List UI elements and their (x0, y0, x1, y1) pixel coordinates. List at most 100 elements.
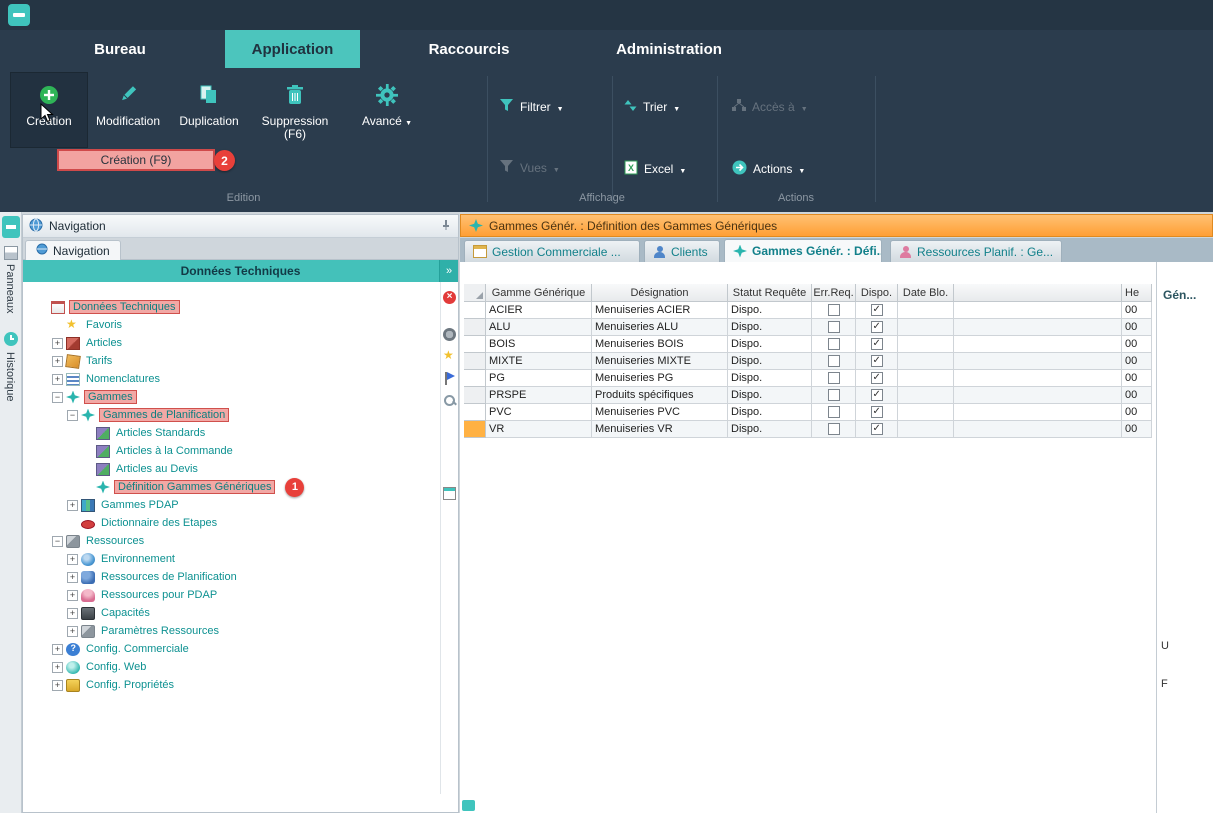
acces-a-button[interactable]: Accès à (732, 99, 808, 115)
tree-item-ressources-planification[interactable]: Ressources de Planification (23, 568, 440, 586)
tree-item-config-web[interactable]: Config. Web (23, 658, 440, 676)
vues-button[interactable]: Vues (500, 160, 560, 176)
tree-item-parametres-ressources[interactable]: Paramètres Ressources (23, 622, 440, 640)
tree-item-ressources-pdap[interactable]: Ressources pour PDAP (23, 586, 440, 604)
duplication-button[interactable]: Duplication (170, 74, 248, 128)
tree-item-favoris[interactable]: Favoris (23, 316, 440, 334)
expand-plus-icon[interactable] (52, 338, 63, 349)
err-req-checkbox[interactable] (828, 389, 840, 401)
expand-plus-icon[interactable] (52, 374, 63, 385)
settings-icon[interactable] (443, 328, 456, 341)
calendar-icon[interactable] (443, 487, 456, 500)
collapse-minus-icon[interactable] (67, 410, 78, 421)
table-row[interactable]: MIXTE Menuiseries MIXTE Dispo. 00 (464, 353, 1152, 370)
column-header-statut[interactable]: Statut Requête (728, 284, 812, 302)
column-header-dateblo[interactable]: Date Blo. (898, 284, 954, 302)
current-row-selector[interactable] (464, 421, 486, 438)
tree-item-environnement[interactable]: Environnement (23, 550, 440, 568)
column-header-designation[interactable]: Désignation (592, 284, 728, 302)
horizontal-scrollbar-thumb[interactable] (462, 800, 475, 811)
row-selector[interactable] (464, 387, 486, 404)
dispo-checkbox[interactable] (871, 321, 883, 333)
err-req-checkbox[interactable] (828, 406, 840, 418)
expand-plus-icon[interactable] (67, 572, 78, 583)
rail-tab-historique[interactable]: Historique (4, 352, 16, 402)
ribbon-tab-application[interactable]: Application (225, 30, 360, 68)
tree-item-ressources[interactable]: Ressources (23, 532, 440, 550)
table-row[interactable]: BOIS Menuiseries BOIS Dispo. 00 (464, 336, 1152, 353)
collapse-button[interactable]: » (439, 260, 458, 282)
flag-icon[interactable] (443, 372, 456, 385)
dispo-checkbox[interactable] (871, 389, 883, 401)
tree-item-config-proprietes[interactable]: Config. Propriétés (23, 676, 440, 694)
avance-button[interactable]: Avancé ▼ (342, 74, 432, 130)
expand-plus-icon[interactable] (67, 608, 78, 619)
row-selector[interactable] (464, 370, 486, 387)
tree-item-nomenclatures[interactable]: Nomenclatures (23, 370, 440, 388)
err-req-checkbox[interactable] (828, 355, 840, 367)
select-all-cell[interactable] (464, 284, 486, 302)
tree-item-articles[interactable]: Articles (23, 334, 440, 352)
row-selector[interactable] (464, 404, 486, 421)
tree-item-definition-gammes-generiques[interactable]: Définition Gammes Génériques1 (23, 478, 440, 496)
favorites-star-icon[interactable] (443, 350, 456, 363)
dropdown-arrow-icon[interactable] (553, 161, 560, 175)
dropdown-arrow-icon[interactable] (801, 100, 808, 114)
ribbon-tab-administration[interactable]: Administration (585, 30, 753, 68)
panel-toggle-button[interactable] (2, 216, 20, 238)
table-row[interactable]: PVC Menuiseries PVC Dispo. 00 (464, 404, 1152, 421)
dropdown-arrow-icon[interactable] (673, 100, 680, 114)
expand-plus-icon[interactable] (67, 626, 78, 637)
dropdown-arrow-icon[interactable] (798, 162, 805, 176)
tree-item-dictionnaire-etapes[interactable]: Dictionnaire des Etapes (23, 514, 440, 532)
expand-plus-icon[interactable] (67, 500, 78, 511)
collapse-minus-icon[interactable] (52, 392, 63, 403)
tab-gammes-generiques[interactable]: Gammes Génér. : Défi... (724, 239, 882, 262)
pin-icon[interactable] (440, 219, 452, 234)
rail-tab-panneaux[interactable]: Panneaux (4, 264, 16, 314)
tree-item-gammes-pdap[interactable]: Gammes PDAP (23, 496, 440, 514)
modification-button[interactable]: Modification (88, 74, 168, 128)
dispo-checkbox[interactable] (871, 423, 883, 435)
collapse-minus-icon[interactable] (52, 536, 63, 547)
tree-item-articles-commande[interactable]: Articles à la Commande (23, 442, 440, 460)
tree-item-gammes[interactable]: Gammes (23, 388, 440, 406)
expand-plus-icon[interactable] (67, 590, 78, 601)
suppression-button[interactable]: Suppression(F6) (252, 74, 338, 141)
table-row[interactable]: ACIER Menuiseries ACIER Dispo. 00 (464, 302, 1152, 319)
filtrer-button[interactable]: Filtrer (500, 99, 564, 115)
dispo-checkbox[interactable] (871, 304, 883, 316)
row-selector[interactable] (464, 336, 486, 353)
column-header-he[interactable]: He (1122, 284, 1152, 302)
app-menu-button[interactable] (8, 4, 30, 26)
tab-ressources-planif[interactable]: Ressources Planif. : Ge... (890, 240, 1062, 262)
dispo-checkbox[interactable] (871, 372, 883, 384)
dispo-checkbox[interactable] (871, 338, 883, 350)
table-row[interactable]: PG Menuiseries PG Dispo. 00 (464, 370, 1152, 387)
expand-plus-icon[interactable] (52, 680, 63, 691)
actions-button[interactable]: Actions (732, 160, 805, 178)
excel-button[interactable]: X Excel (624, 160, 686, 178)
dropdown-arrow-icon[interactable] (557, 100, 564, 114)
expand-plus-icon[interactable] (52, 662, 63, 673)
err-req-checkbox[interactable] (828, 338, 840, 350)
close-red-icon[interactable]: × (443, 291, 456, 304)
dispo-checkbox[interactable] (871, 406, 883, 418)
tree-item-donnees-techniques[interactable]: Données Techniques (23, 298, 440, 316)
ribbon-tab-raccourcis[interactable]: Raccourcis (405, 30, 533, 68)
err-req-checkbox[interactable] (828, 372, 840, 384)
row-selector[interactable] (464, 302, 486, 319)
expand-plus-icon[interactable] (67, 554, 78, 565)
dispo-checkbox[interactable] (871, 355, 883, 367)
row-selector[interactable] (464, 353, 486, 370)
navigation-tab[interactable]: Navigation (25, 240, 121, 260)
tree-item-articles-standards[interactable]: Articles Standards (23, 424, 440, 442)
tree-item-capacites[interactable]: Capacités (23, 604, 440, 622)
tree-item-config-commerciale[interactable]: Config. Commerciale (23, 640, 440, 658)
err-req-checkbox[interactable] (828, 304, 840, 316)
column-header-gamme[interactable]: Gamme Générique (486, 284, 592, 302)
err-req-checkbox[interactable] (828, 423, 840, 435)
trier-button[interactable]: Trier (624, 99, 680, 115)
tree-item-gammes-planification[interactable]: Gammes de Planification (23, 406, 440, 424)
tree-item-tarifs[interactable]: Tarifs (23, 352, 440, 370)
